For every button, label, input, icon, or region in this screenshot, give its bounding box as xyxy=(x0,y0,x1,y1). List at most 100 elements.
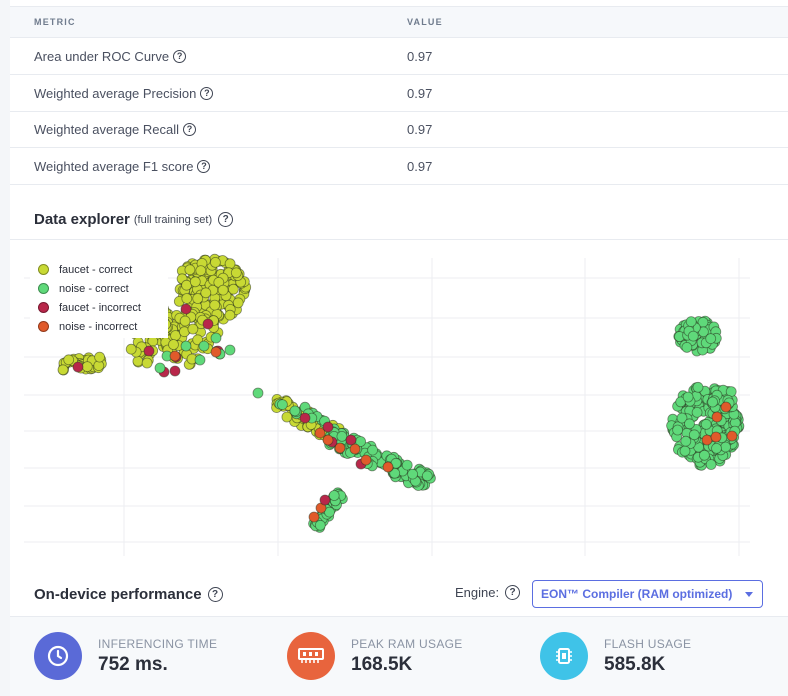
data-point[interactable] xyxy=(169,365,181,377)
data-point[interactable] xyxy=(308,511,320,523)
help-icon[interactable]: ? xyxy=(207,587,223,602)
metrics-table-header: METRIC VALUE xyxy=(10,6,788,38)
data-point[interactable] xyxy=(210,332,222,344)
data-point[interactable] xyxy=(382,461,394,473)
metric-column-header: METRIC xyxy=(34,17,76,27)
data-point[interactable] xyxy=(154,362,166,374)
legend-item-faucet-incorrect[interactable]: faucet - incorrect xyxy=(30,298,168,317)
help-icon[interactable]: ? xyxy=(505,585,521,600)
data-point[interactable] xyxy=(699,449,710,461)
data-point[interactable] xyxy=(328,490,340,501)
data-point[interactable] xyxy=(210,346,222,358)
data-point[interactable] xyxy=(314,519,326,531)
help-icon[interactable]: ? xyxy=(197,160,211,173)
data-point[interactable] xyxy=(401,459,413,471)
data-point[interactable] xyxy=(672,424,683,436)
legend-item-faucet-correct[interactable]: faucet - correct xyxy=(30,260,168,279)
data-point[interactable] xyxy=(169,350,181,362)
data-point[interactable] xyxy=(711,411,723,423)
legend-label: noise - incorrect xyxy=(59,320,138,333)
help-icon[interactable]: ? xyxy=(200,87,214,100)
data-point[interactable] xyxy=(143,345,155,357)
data-point[interactable] xyxy=(202,318,214,330)
legend-marker xyxy=(38,264,49,275)
data-point[interactable] xyxy=(685,316,697,327)
data-point[interactable] xyxy=(276,399,288,411)
data-point[interactable] xyxy=(711,442,722,454)
data-point[interactable] xyxy=(720,441,731,453)
data-point[interactable] xyxy=(679,445,691,457)
data-point[interactable] xyxy=(682,391,694,403)
data-point[interactable] xyxy=(322,434,334,446)
data-point[interactable] xyxy=(200,287,212,299)
data-point[interactable] xyxy=(701,434,713,446)
data-point[interactable] xyxy=(680,435,692,447)
data-point[interactable] xyxy=(63,354,75,366)
data-point[interactable] xyxy=(726,430,738,442)
value-column-header: VALUE xyxy=(407,17,443,27)
data-point[interactable] xyxy=(360,454,372,466)
data-point[interactable] xyxy=(198,340,210,352)
data-point[interactable] xyxy=(232,297,244,309)
data-point[interactable] xyxy=(681,342,693,353)
data-point[interactable] xyxy=(707,396,718,408)
data-point[interactable] xyxy=(705,333,717,344)
data-point[interactable] xyxy=(421,470,433,482)
data-point[interactable] xyxy=(692,381,704,393)
data-point[interactable] xyxy=(691,406,703,418)
data-point[interactable] xyxy=(217,284,229,296)
data-point[interactable] xyxy=(687,330,699,342)
data-point[interactable] xyxy=(179,315,191,327)
data-point[interactable] xyxy=(94,351,105,363)
data-point[interactable] xyxy=(180,340,192,352)
data-point[interactable] xyxy=(688,429,700,441)
data-point[interactable] xyxy=(181,293,193,304)
data-point[interactable] xyxy=(168,339,179,350)
help-icon[interactable]: ? xyxy=(173,50,187,63)
help-icon[interactable]: ? xyxy=(218,212,234,227)
data-point[interactable] xyxy=(224,344,236,356)
data-point[interactable] xyxy=(299,412,311,424)
data-point[interactable] xyxy=(81,361,93,372)
data-point[interactable] xyxy=(132,355,144,367)
data-point[interactable] xyxy=(684,418,695,430)
data-point[interactable] xyxy=(209,299,221,311)
data-point[interactable] xyxy=(252,387,264,399)
data-point[interactable] xyxy=(705,459,717,470)
data-point[interactable] xyxy=(407,468,419,480)
data-point[interactable] xyxy=(720,401,732,413)
data-point[interactable] xyxy=(700,418,712,430)
data-point[interactable] xyxy=(170,330,181,341)
data-point[interactable] xyxy=(345,434,357,446)
engine-label-text: Engine: xyxy=(455,585,500,600)
data-explorer-plot[interactable]: faucet - correct noise - correct faucet … xyxy=(10,240,788,568)
help-icon[interactable]: ? xyxy=(183,123,197,136)
data-point[interactable] xyxy=(289,405,301,417)
data-point[interactable] xyxy=(334,442,346,454)
data-point[interactable] xyxy=(336,430,348,442)
data-point[interactable] xyxy=(187,323,199,335)
legend-item-noise-incorrect[interactable]: noise - incorrect xyxy=(30,317,168,336)
stat-value: 168.5K xyxy=(351,654,413,675)
data-point[interactable] xyxy=(180,303,192,315)
data-point[interactable] xyxy=(184,264,196,276)
data-point[interactable] xyxy=(141,357,153,369)
data-explorer-title: Data explorer (full training set) ? xyxy=(34,211,234,228)
data-point[interactable] xyxy=(189,276,201,288)
data-point[interactable] xyxy=(195,265,207,277)
data-point[interactable] xyxy=(57,364,69,376)
data-point[interactable] xyxy=(710,431,722,443)
data-point[interactable] xyxy=(230,267,242,279)
data-point[interactable] xyxy=(209,256,221,268)
data-point[interactable] xyxy=(72,361,84,373)
data-point[interactable] xyxy=(319,494,331,506)
data-point[interactable] xyxy=(224,258,236,270)
legend-item-noise-correct[interactable]: noise - correct xyxy=(30,279,168,298)
data-point[interactable] xyxy=(349,443,361,455)
data-point[interactable] xyxy=(224,309,236,321)
data-point[interactable] xyxy=(194,354,206,366)
data-point[interactable] xyxy=(367,444,379,456)
data-point[interactable] xyxy=(125,343,137,355)
data-point[interactable] xyxy=(314,427,326,439)
engine-select[interactable]: EON™ Compiler (RAM optimized) xyxy=(532,580,763,608)
